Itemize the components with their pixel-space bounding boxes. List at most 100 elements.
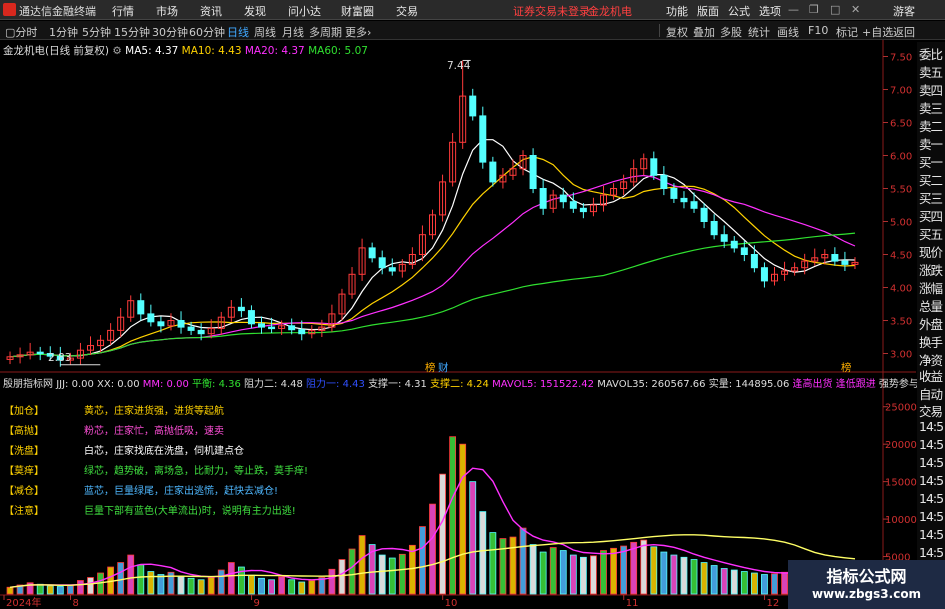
price-tick-label: 4.50 [890,251,912,262]
event-tag-bang-2[interactable]: 榜 [841,360,852,375]
candle-body [177,320,185,328]
candle-body [187,326,195,331]
candle-body [720,234,728,242]
quote-label[interactable]: 买二 [919,170,943,189]
indicator-zuli1: 阻力一: 4.43 [306,379,365,390]
candle-body [831,254,839,262]
quote-label[interactable]: 外盘 [919,314,943,333]
quote-label[interactable]: 总量 [919,296,943,315]
quote-label[interactable]: 卖一 [919,134,943,153]
stock-chart[interactable]: 3.00 3.50 4.00 4.50 5.00 5.50 6.00 6.50 7.00 7.50… [0,0,945,609]
price-tick-label: 7.50 [890,53,912,64]
event-tag-bang[interactable]: 榜 [425,360,436,375]
ma20-label: MA20: 4.37 [244,45,305,57]
volume-tick-label: 15000 [885,478,917,489]
quote-label[interactable]: 卖三 [919,98,943,117]
quote-label[interactable]: 涨跌 [919,260,943,279]
volume-bar [750,572,758,595]
volume-bar [66,585,74,595]
volume-bar [6,586,14,595]
volume-bar [408,544,416,595]
price-tick-label: 3.00 [890,350,912,361]
candle-body [378,257,386,269]
indicator-zuli2: 阻力二: 4.48 [244,379,303,390]
settings-icon[interactable]: ⚙ [112,45,121,57]
volume-bar [398,553,406,595]
ma5-label: MA5: 4.37 [125,45,179,57]
indicator-strong: 强势参与 [878,379,919,390]
quote-label[interactable]: 卖二 [919,116,943,135]
month-label: 10 [445,598,458,609]
volume-bar [650,546,658,595]
candle-body [710,221,718,236]
event-tag-cai[interactable]: 财 [438,360,449,375]
volume-bar [268,579,275,595]
watermark-url: www.zbgs3.com [811,587,922,601]
volume-bar [519,527,527,595]
price-header: 金龙机电(日线 前复权) ⚙ MA5: 4.37 MA10: 4.43 MA20… [3,43,368,58]
volume-bar [459,443,467,595]
volume-bar [197,579,205,595]
quote-label[interactable]: 买一 [919,152,943,171]
legend-text: 绿芯，趋势破，离场急，比耐力，等止跌，莫手痒! [84,466,309,477]
volume-bar [469,481,477,595]
volume-bar [579,556,587,595]
volume-bar [630,541,638,595]
trade-label[interactable]: 交易 [919,401,943,420]
indicator-zhicheng2: 支撑二: 4.24 [430,379,489,390]
candle-body [660,174,668,190]
volume-bar [771,573,778,595]
quote-label[interactable]: 换手 [919,332,943,351]
quote-label[interactable]: 卖四 [919,80,943,99]
volume-bar [358,535,366,595]
candle-body [690,201,698,209]
volume-bar [77,580,84,595]
volume-bar [539,551,547,595]
candle-body [529,155,537,189]
legend-tag: 【洗盘】 [4,446,44,457]
indicator-sell-high: 逢高出货 [792,379,833,390]
quote-label[interactable]: 涨幅 [919,278,943,297]
quote-label[interactable]: 买四 [919,206,943,225]
price-tick-label: 5.00 [890,218,912,229]
quote-label[interactable]: 卖五 [919,62,943,81]
volume-tick-label: 20000 [885,440,917,451]
indicator-mavol5: MAVOL5: 151522.42 [492,379,595,390]
quote-label[interactable]: 买五 [919,224,943,243]
indicator-name[interactable]: 殷朋指标网 [3,379,53,390]
candle-body [247,310,255,325]
ma-line-ma10 [9,156,856,358]
ma60-label: MA60: 5.07 [308,45,368,57]
volume-bar [298,581,306,595]
indicator-zhicheng1: 支撑一: 4.31 [368,379,427,390]
candle-body [237,306,245,312]
quote-label[interactable]: 现价 [919,242,943,261]
quote-label[interactable]: 委比 [919,44,943,63]
volume-bar [640,539,648,595]
volume-bar [600,550,607,595]
volume-bar [348,548,356,595]
volume-bar [288,579,296,595]
trade-time: 14:5 [919,491,944,506]
volume-bar [429,503,436,595]
low-price-label: 2.83 [48,352,72,364]
indicator-buy-low: 逢低跟进 [835,379,876,390]
trade-time: 14:5 [919,473,944,488]
candle-body [368,247,376,259]
indicator-mm: MM: 0.00 [142,379,189,390]
volume-bar [227,562,235,595]
quote-label[interactable]: 买三 [919,188,943,207]
candle-body [670,188,678,199]
price-tick-label: 6.00 [890,152,912,163]
indicator-mavol35: MAVOL35: 260567.66 [597,379,706,390]
volume-bar [529,544,537,595]
candle-body [157,321,165,327]
volume-bar [258,577,265,595]
volume-tick-label: 25000 [885,403,917,414]
legend-tag: 【加仓】 [4,406,44,417]
volume-bar [559,550,567,595]
volume-bar [479,511,487,595]
volume-bar [207,577,215,595]
volume-bar [489,532,497,595]
trade-time: 14:5 [919,527,944,542]
